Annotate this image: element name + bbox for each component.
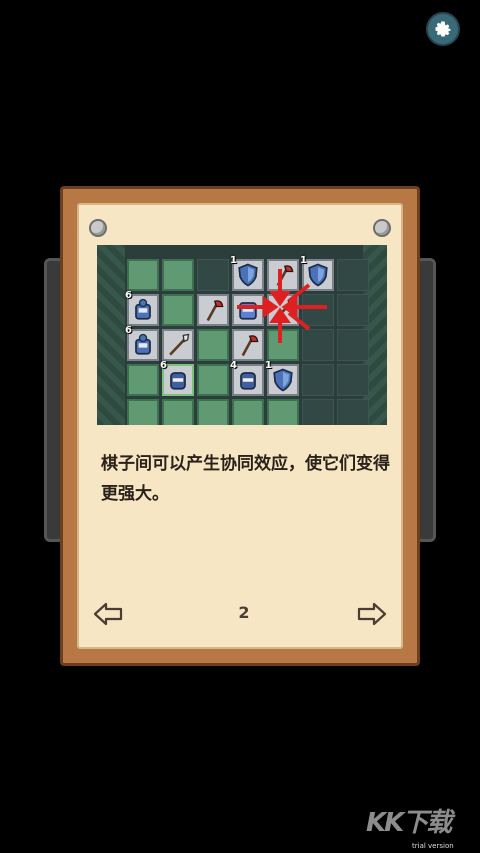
board-tile-dark [337,399,369,425]
settings-button[interactable] [426,12,460,46]
board-piece-shield: 1 [265,360,299,396]
board-tile [267,329,299,361]
board-piece-axe [267,259,299,291]
board-tile-dark [302,364,334,396]
board-piece-knight-blue [232,294,264,326]
board-tile [232,399,264,425]
piece-level: 6 [125,290,132,301]
board-piece-shield: 1 [300,255,334,291]
board-tile [197,399,229,425]
board-tile-dark [302,294,334,326]
board-tile-dark [197,259,229,291]
watermark-sub: trial version [412,842,454,850]
board-tile-dark [302,399,334,425]
tutorial-paper: 1 1 6 6 6 4 1 棋子间可以产生协同效应，使它们变得更强大。 2 [77,203,403,649]
board-piece-helm: 6 [160,360,194,396]
watermark-logo: KK下载 [366,808,452,838]
board-tile [267,399,299,425]
board-tile-dark [337,259,369,291]
board-piece-knight: 6 [125,325,159,361]
board-piece-knight: 6 [125,290,159,326]
board-tile [197,329,229,361]
next-page-button[interactable] [357,601,387,627]
arrow-right-icon [357,602,387,626]
board-piece-spear [267,294,299,326]
board-tile [127,364,159,396]
prev-page-button[interactable] [93,601,123,627]
gear-icon [435,21,451,37]
tutorial-card: 1 1 6 6 6 4 1 棋子间可以产生协同效应，使它们变得更强大。 2 [60,186,420,666]
piece-level: 6 [160,360,167,371]
board-tile-dark [337,329,369,361]
board-piece-helm: 4 [230,360,264,396]
board-grid: 1 1 6 6 6 4 1 [125,255,369,425]
arrow-left-icon [93,602,123,626]
board-piece-spear [162,329,194,361]
piece-level: 4 [230,360,237,371]
board-tile [162,294,194,326]
piece-level: 1 [265,360,272,371]
page-number: 2 [238,603,250,622]
rivet-left [89,219,107,237]
board-tile-dark [337,364,369,396]
board-tile-dark [302,329,334,361]
board-tile [127,259,159,291]
board-piece-axe [197,294,229,326]
piece-level: 1 [300,255,307,266]
board-tile [197,364,229,396]
piece-level: 6 [125,325,132,336]
tutorial-board-image: 1 1 6 6 6 4 1 [97,245,387,425]
board-tile [162,259,194,291]
board-tile-dark [337,294,369,326]
rivet-right [373,219,391,237]
moss-border-left [97,245,125,425]
board-piece-shield: 1 [230,255,264,291]
board-piece-axe [232,329,264,361]
piece-level: 1 [230,255,237,266]
tutorial-text: 棋子间可以产生协同效应，使它们变得更强大。 [101,454,390,504]
board-tile [127,399,159,425]
board-tile [162,399,194,425]
